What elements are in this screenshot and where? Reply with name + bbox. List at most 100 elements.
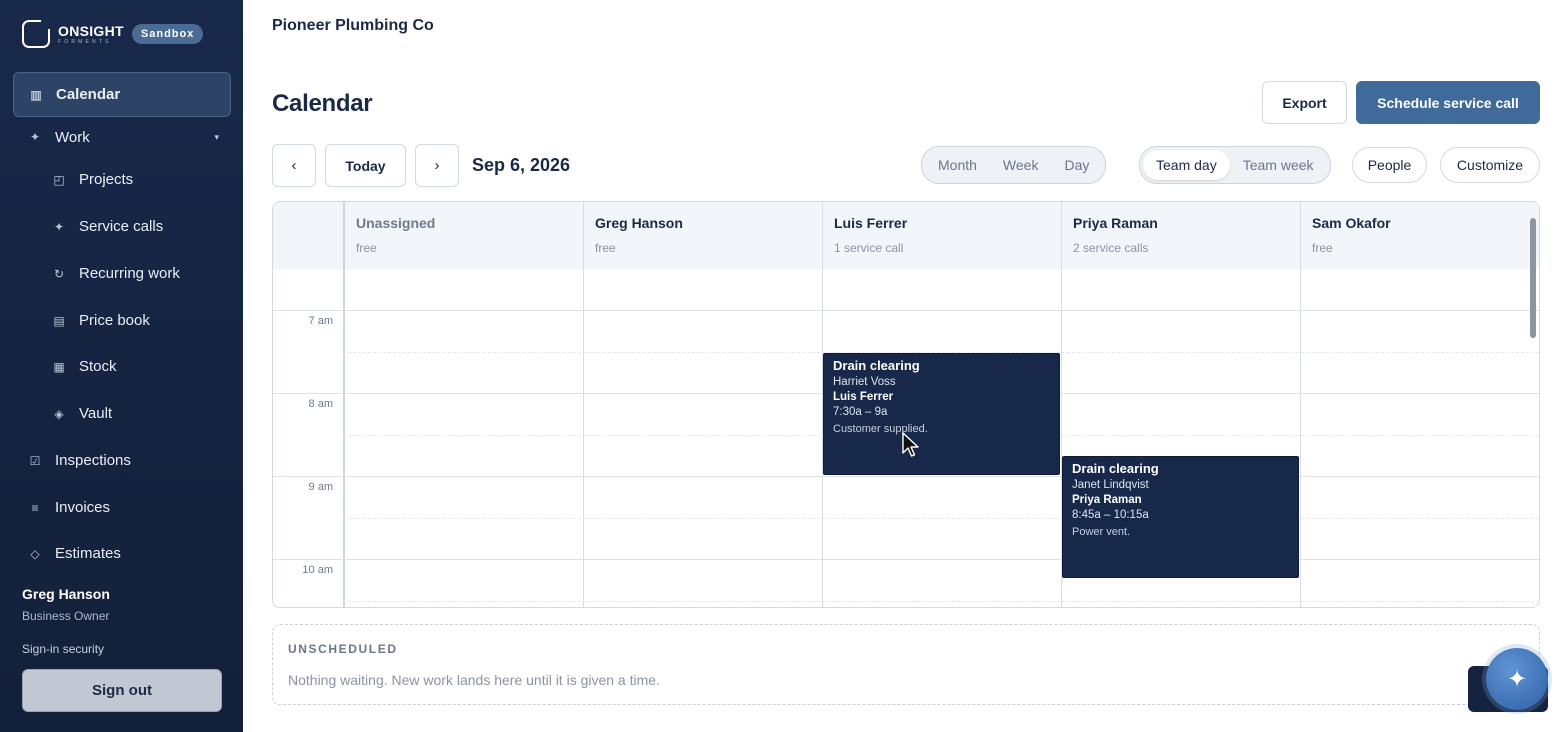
- onsight-logo-icon: [22, 19, 51, 48]
- calendar-scrollbar[interactable]: [1530, 218, 1536, 338]
- time-label-8am: 8 am: [308, 398, 333, 410]
- sidebar-item-price-book[interactable]: ▤ Price book: [51, 312, 150, 329]
- sidebar-item-stock[interactable]: ▦ Stock: [51, 358, 117, 375]
- user-name: Greg Hanson: [22, 586, 110, 602]
- brand-name: ONSIGHT: [58, 22, 124, 39]
- sidebar-item-work[interactable]: ✦ Work ▾: [27, 127, 219, 147]
- list-icon: ▤: [53, 313, 65, 328]
- time-label-10am: 10 am: [302, 564, 333, 576]
- chevron-down-icon: ▾: [214, 131, 219, 142]
- event-customer: Janet Lindqvist: [1072, 479, 1149, 491]
- event-customer: Harriet Voss: [833, 376, 896, 388]
- column-name: Priya Raman: [1073, 215, 1158, 231]
- column-header-sam-okafor: Sam Okafor free: [1300, 202, 1539, 269]
- sidebar-item-label: Vault: [79, 405, 113, 422]
- view-week-button[interactable]: Week: [990, 150, 1052, 180]
- view-month-button[interactable]: Month: [925, 150, 990, 180]
- team-day-button[interactable]: Team day: [1143, 150, 1230, 180]
- time-gutter-divider: [343, 202, 345, 607]
- event-drain-clearing-luis-ferrer[interactable]: Drain clearing Harriet Voss Luis Ferrer …: [823, 353, 1060, 475]
- column-status: free: [1312, 241, 1333, 255]
- column-status: 2 service calls: [1073, 241, 1149, 255]
- current-date: Sep 6, 2026: [472, 155, 571, 175]
- sparkle-icon: ✦: [53, 219, 65, 234]
- column-status: free: [595, 241, 616, 255]
- user-role: Business Owner: [22, 609, 110, 623]
- sidebar-item-label: Service calls: [79, 218, 164, 235]
- event-drain-clearing-priya-raman[interactable]: Drain clearing Janet Lindqvist Priya Ram…: [1062, 456, 1299, 578]
- column-status: 1 service call: [834, 241, 904, 255]
- hour-line: [273, 559, 1539, 560]
- column-name: Sam Okafor: [1312, 215, 1391, 231]
- event-title: Drain clearing: [1072, 461, 1159, 476]
- sidebar-item-projects[interactable]: ◰ Projects: [51, 171, 133, 188]
- unscheduled-title: UNSCHEDULED: [288, 642, 398, 656]
- sidebar-item-label: Projects: [79, 171, 134, 188]
- column-header-luis-ferrer: Luis Ferrer 1 service call: [822, 202, 1061, 269]
- sidebar-item-recurring-work[interactable]: ↻ Recurring work: [51, 265, 180, 282]
- time-label-7am: 7 am: [308, 315, 333, 327]
- sidebar-item-inspections[interactable]: ☑ Inspections: [27, 452, 131, 469]
- checkbox-icon: ☑: [29, 453, 41, 468]
- assistant-fab-button[interactable]: ✦: [1486, 648, 1548, 710]
- sidebar-item-calendar[interactable]: ▥ Calendar: [13, 72, 231, 117]
- sidebar-item-vault[interactable]: ◈ Vault: [51, 405, 112, 422]
- sidebar-item-invoices[interactable]: ≡ Invoices: [27, 499, 110, 516]
- brand-subtitle: FORMENTS: [58, 38, 112, 45]
- sidebar-item-label: Calendar: [56, 86, 121, 103]
- brand: ONSIGHT FORMENTS Sandbox: [22, 19, 204, 48]
- team-week-button[interactable]: Team week: [1230, 150, 1327, 180]
- calendar-grid-icon: ▥: [30, 87, 42, 102]
- company-name: Pioneer Plumbing Co: [272, 17, 434, 34]
- column-header-greg-hanson: Greg Hanson free: [583, 202, 822, 269]
- people-button[interactable]: People: [1352, 147, 1427, 183]
- view-switcher: Month Week Day: [921, 146, 1107, 184]
- lines-icon: ≡: [31, 500, 39, 515]
- column-name: Luis Ferrer: [834, 215, 908, 231]
- sidebar-item-service-calls[interactable]: ✦ Service calls: [51, 218, 163, 235]
- time-label-9am: 9 am: [308, 481, 333, 493]
- recurring-icon: ↻: [53, 266, 65, 281]
- sidebar-item-label: Invoices: [55, 499, 111, 516]
- column-divider: [583, 269, 584, 607]
- half-hour-line: [343, 518, 1539, 519]
- next-day-button[interactable]: ›: [415, 144, 459, 187]
- sidebar-item-label: Recurring work: [79, 265, 180, 282]
- sidebar-item-label: Inspections: [55, 452, 131, 469]
- hour-line: [273, 310, 1539, 311]
- mouse-pointer-icon: [902, 432, 919, 457]
- hour-line: [273, 476, 1539, 477]
- column-name: Unassigned: [356, 215, 436, 231]
- sparkle-icon: ✦: [1506, 665, 1528, 693]
- today-button[interactable]: Today: [325, 144, 406, 187]
- previous-day-button[interactable]: ‹: [272, 144, 316, 187]
- event-worker: Luis Ferrer: [833, 391, 894, 403]
- column-divider: [1300, 269, 1301, 607]
- grid-icon: ▦: [53, 359, 65, 374]
- sparkle-icon: ✦: [29, 130, 41, 144]
- user-profile: Greg Hanson Business Owner: [22, 586, 110, 623]
- view-day-button[interactable]: Day: [1051, 150, 1102, 180]
- diamond-icon: ◈: [54, 406, 64, 421]
- sidebar-item-label: Stock: [79, 358, 117, 375]
- schedule-service-call-button[interactable]: Schedule service call: [1356, 81, 1540, 124]
- unscheduled-panel: UNSCHEDULED Nothing waiting. New work la…: [272, 624, 1540, 705]
- page-title: Calendar: [272, 90, 373, 117]
- event-worker: Priya Raman: [1072, 494, 1142, 506]
- sidebar-item-estimates[interactable]: ◇ Estimates: [27, 545, 121, 562]
- sidebar-item-label: Price book: [79, 312, 150, 329]
- sign-in-security-link[interactable]: Sign-in security: [22, 642, 104, 656]
- export-button[interactable]: Export: [1262, 81, 1347, 124]
- column-header-priya-raman: Priya Raman 2 service calls: [1061, 202, 1300, 269]
- customize-button[interactable]: Customize: [1440, 147, 1540, 183]
- sidebar-item-label: Estimates: [55, 545, 121, 562]
- event-time: 8:45a – 10:15a: [1072, 509, 1149, 521]
- team-day-calendar[interactable]: Unassigned free Greg Hanson free Luis Fe…: [272, 201, 1540, 608]
- projects-icon: ◰: [53, 172, 65, 187]
- column-status: free: [356, 241, 377, 255]
- sign-out-button[interactable]: Sign out: [22, 669, 222, 712]
- column-name: Greg Hanson: [595, 215, 683, 231]
- sandbox-badge: Sandbox: [131, 24, 204, 44]
- half-hour-line: [343, 601, 1539, 602]
- event-title: Drain clearing: [833, 358, 920, 373]
